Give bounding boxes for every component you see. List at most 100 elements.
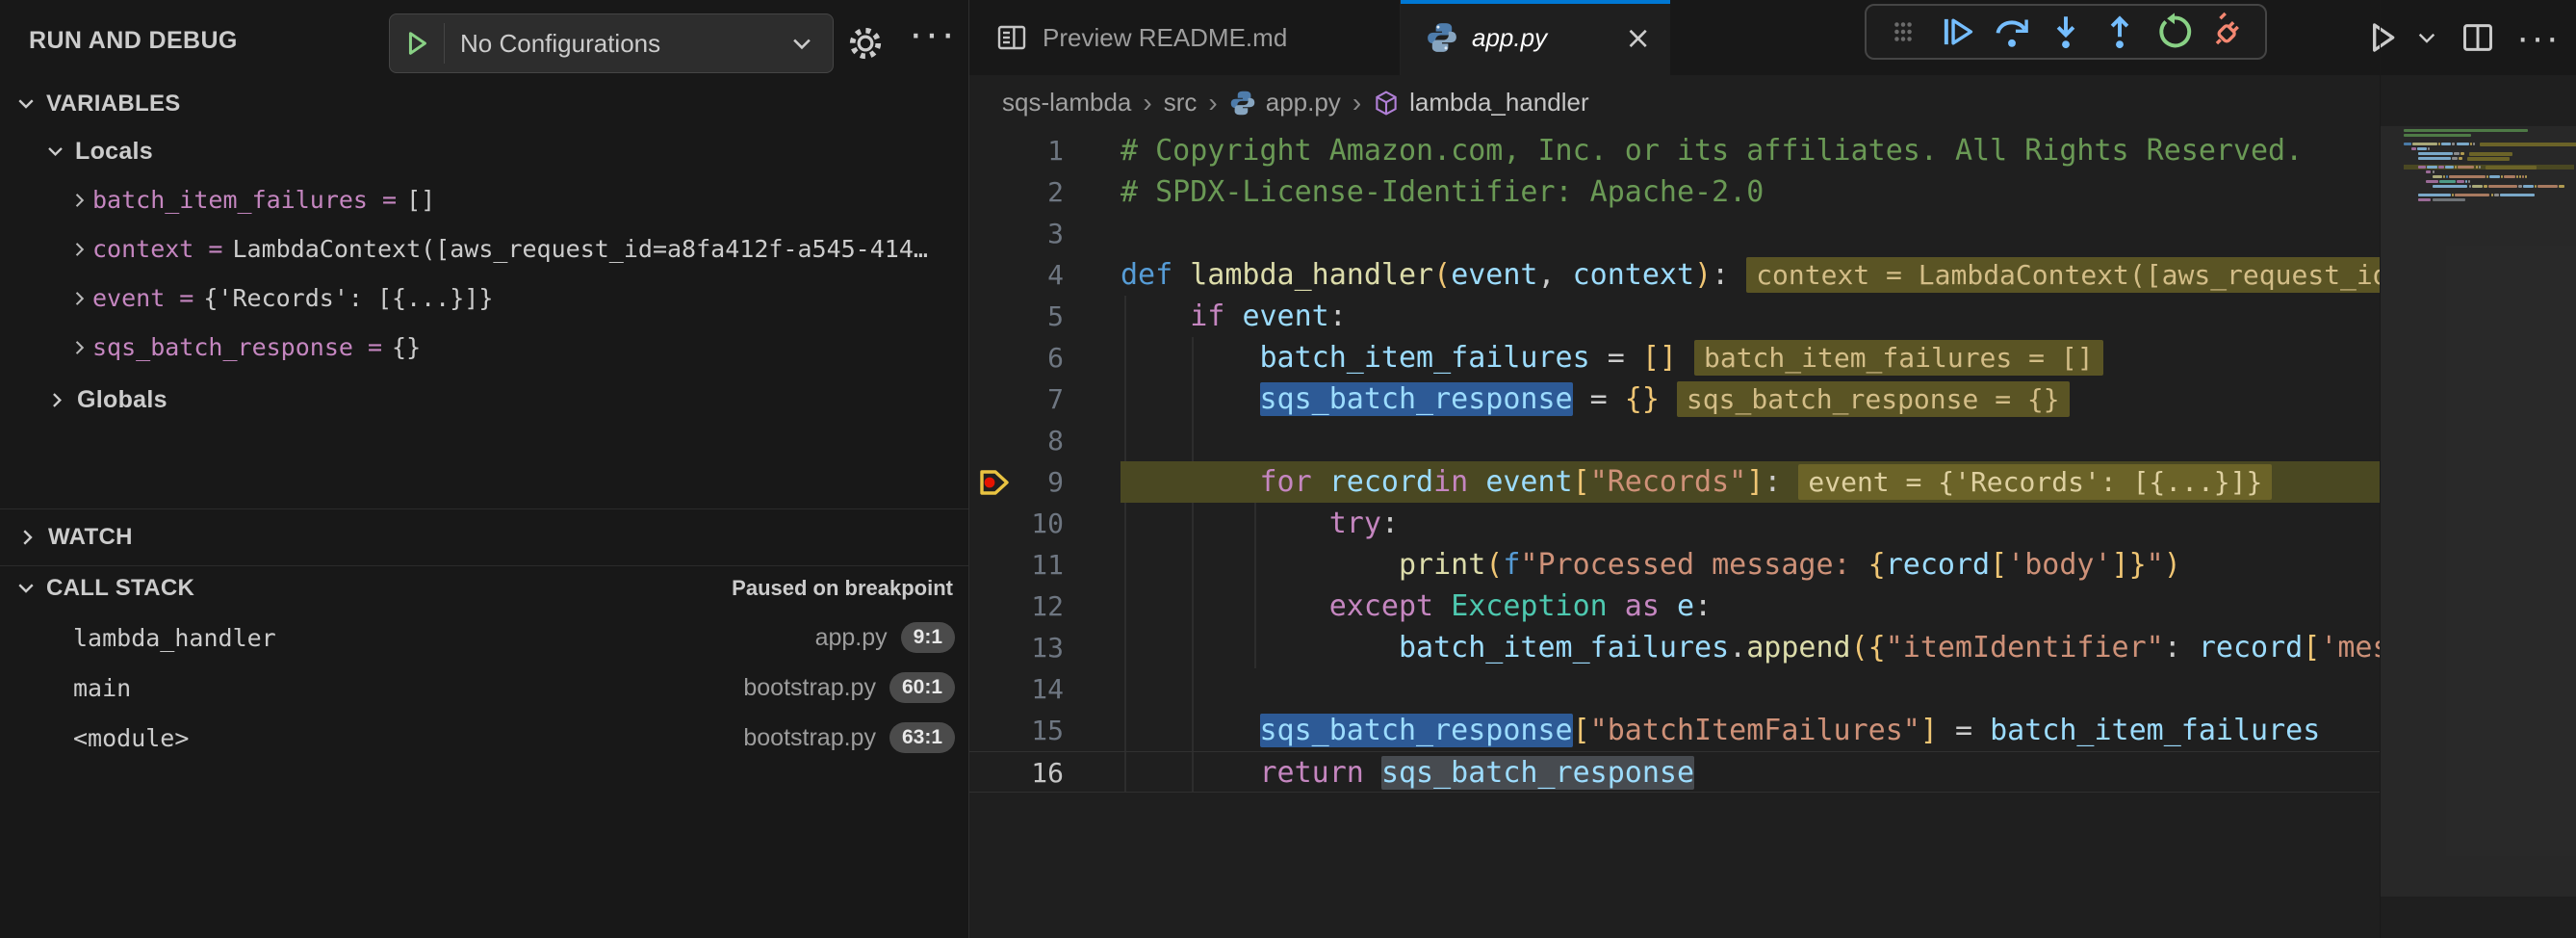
stack-frame-row[interactable]: mainbootstrap.py60:1 (0, 663, 968, 713)
line-number: 3 (969, 213, 1064, 254)
step-over-icon[interactable] (1991, 11, 2033, 53)
token: [] (1642, 341, 1677, 375)
breadcrumb-folder[interactable]: sqs-lambda (1002, 88, 1131, 117)
globals-scope-row[interactable]: Globals (0, 376, 968, 424)
minimap-token (2455, 166, 2457, 169)
step-out-icon[interactable] (2099, 11, 2141, 53)
line-number: 4 (969, 254, 1064, 296)
chevron-down-icon (13, 92, 39, 116)
frame-name: main (0, 674, 131, 702)
code-line-9[interactable]: 9 for recordin event["Records"]:event = … (969, 461, 2380, 503)
code-line-10[interactable]: 10 try: (969, 503, 2380, 544)
chevron-right-icon (67, 288, 92, 309)
tab-preview-readme[interactable]: Preview README.md (969, 0, 1401, 75)
configurations-dropdown[interactable]: No Configurations (389, 13, 834, 73)
token: lambda_handler (1190, 258, 1433, 292)
minimap-token (2438, 143, 2440, 145)
minimap-token (2426, 180, 2438, 183)
line-content: return sqs_batch_response (1121, 752, 2380, 794)
frame-name: <module> (0, 724, 189, 752)
variable-name: event = (92, 284, 193, 312)
watch-section-header[interactable]: WATCH (0, 509, 968, 565)
breadcrumb-symbol[interactable]: lambda_handler (1373, 88, 1588, 117)
token: ( (1433, 258, 1451, 292)
code-line-15[interactable]: 15 sqs_batch_response["batchItemFailures… (969, 710, 2380, 751)
variables-section-header[interactable]: VARIABLES (0, 81, 968, 127)
code-line-6[interactable]: 6 batch_item_failures = []batch_item_fai… (969, 337, 2380, 378)
minimap-token (2404, 134, 2471, 137)
minimap-token (2501, 175, 2503, 178)
token: : (1764, 465, 1781, 499)
tab-app-py[interactable]: app.py × (1401, 0, 1670, 75)
gear-icon[interactable] (839, 17, 891, 69)
minimap-token (2433, 198, 2465, 201)
minimap-content (2404, 128, 2574, 938)
minimap[interactable] (2380, 0, 2576, 938)
token: f (1503, 548, 1520, 582)
call-stack-section-header[interactable]: CALL STACK Paused on breakpoint (0, 566, 968, 611)
line-number: 13 (969, 627, 1064, 668)
token: : (2164, 631, 2199, 664)
code-line-16[interactable]: 16 return sqs_batch_response (969, 751, 2380, 793)
variable-row-batch_item_failures[interactable]: batch_item_failures =[] (0, 175, 968, 224)
restart-icon[interactable] (2153, 11, 2196, 53)
chevron-right-icon (67, 190, 92, 211)
minimap-token (2452, 143, 2456, 145)
token: Exception (1451, 589, 1608, 623)
variable-value: {'Records': [{...}]} (203, 284, 493, 312)
code-editor[interactable]: 1# Copyright Amazon.com, Inc. or its aff… (969, 130, 2380, 938)
minimap-token (2418, 166, 2426, 169)
minimap-token (2418, 157, 2451, 160)
line-content: batch_item_failures.append({"itemIdentif… (1121, 627, 2380, 668)
views-more-actions-icon[interactable]: ··· (899, 6, 966, 69)
gripper-icon[interactable] (1882, 11, 1924, 53)
code-line-13[interactable]: 13 batch_item_failures.append({"itemIden… (969, 627, 2380, 668)
token: sqs_batch_response (1260, 714, 1573, 747)
locals-scope-row[interactable]: Locals (0, 127, 968, 175)
stack-frame-row[interactable]: lambda_handlerapp.py9:1 (0, 612, 968, 663)
code-line-7[interactable]: 7 sqs_batch_response = {}sqs_batch_respo… (969, 378, 2380, 420)
configurations-label[interactable]: No Configurations (445, 29, 788, 59)
token: = (1938, 714, 1990, 747)
disconnect-icon[interactable] (2207, 11, 2250, 53)
minimap-token (2412, 143, 2438, 145)
step-into-icon[interactable] (2045, 11, 2087, 53)
token: record (1886, 548, 1990, 582)
start-debug-play-icon[interactable] (390, 29, 444, 58)
tab-label: app.py (1472, 23, 1547, 53)
token: # Copyright Amazon.com, Inc. or its affi… (1121, 134, 2303, 168)
breakpoint-current-line-icon[interactable] (977, 466, 1014, 499)
line-number: 14 (969, 668, 1064, 710)
code-line-4[interactable]: 4def lambda_handler(event, context):cont… (969, 254, 2380, 296)
variable-row-context[interactable]: context =LambdaContext([aws_request_id=a… (0, 224, 968, 274)
continue-icon[interactable] (1936, 11, 1978, 53)
token: in (1433, 465, 1485, 499)
inline-debug-value: batch_item_failures = [] (1694, 340, 2103, 376)
variable-name: batch_item_failures = (92, 186, 397, 214)
code-line-11[interactable]: 11 print(f"Processed message: {record['b… (969, 544, 2380, 586)
code-line-8[interactable]: 8 (969, 420, 2380, 461)
variable-row-event[interactable]: event = {'Records': [{...}]} (0, 274, 968, 323)
close-icon[interactable]: × (1625, 19, 1651, 56)
code-line-5[interactable]: 5 if event: (969, 296, 2380, 337)
token: : (1329, 300, 1347, 333)
variable-row-sqs_batch_response[interactable]: sqs_batch_response ={} (0, 323, 968, 372)
code-line-1[interactable]: 1# Copyright Amazon.com, Inc. or its aff… (969, 130, 2380, 171)
token: "batchItemFailures" (1590, 714, 1920, 747)
breadcrumb-folder[interactable]: src (1164, 88, 1198, 117)
minimap-token (2418, 194, 2451, 196)
minimap-token (2460, 152, 2464, 155)
run-and-debug-sidebar: RUN AND DEBUG No Configurations ··· VARI… (0, 0, 969, 938)
code-line-3[interactable]: 3 (969, 213, 2380, 254)
chevron-right-icon (67, 337, 92, 358)
code-line-2[interactable]: 2# SPDX-License-Identifier: Apache-2.0 (969, 171, 2380, 213)
minimap-token (2522, 175, 2524, 178)
minimap-token (2523, 185, 2534, 188)
minimap-token (2411, 147, 2417, 150)
code-line-14[interactable]: 14 (969, 668, 2380, 710)
breadcrumb-file[interactable]: app.py (1229, 88, 1341, 117)
minimap-token (2404, 129, 2528, 132)
stack-frame-row[interactable]: <module>bootstrap.py63:1 (0, 713, 968, 763)
code-line-12[interactable]: 12 except Exception as e: (969, 586, 2380, 627)
chevron-down-icon[interactable] (788, 30, 833, 57)
